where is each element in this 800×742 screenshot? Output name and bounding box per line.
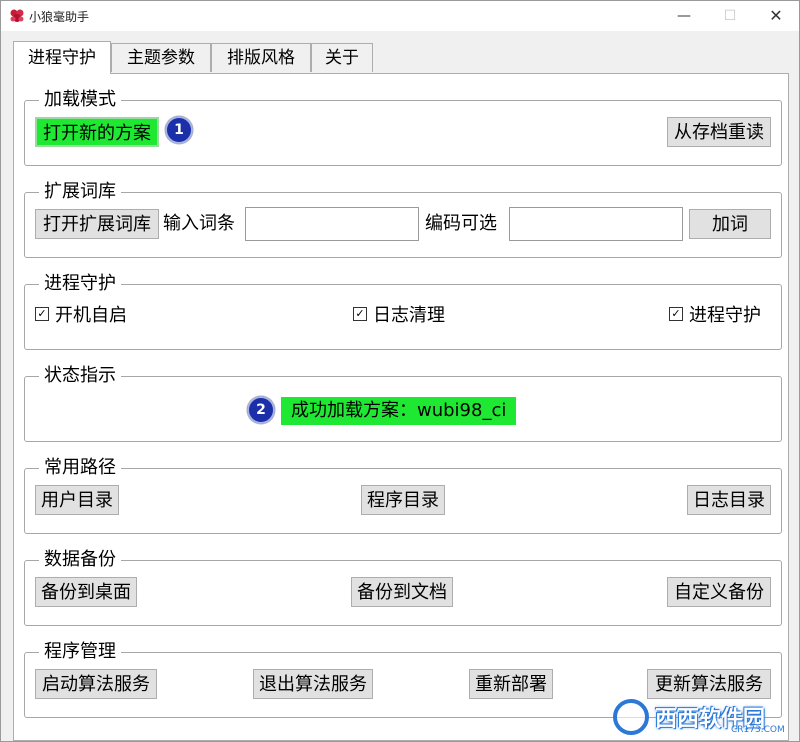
tab-layout-style[interactable]: 排版风格	[211, 43, 311, 72]
add-word-button[interactable]: 加词	[689, 209, 771, 239]
tab-about[interactable]: 关于	[311, 43, 373, 72]
watermark-logo-icon	[613, 699, 649, 735]
backup-to-documents-button[interactable]: 备份到文档	[351, 577, 453, 607]
word-entry-input[interactable]	[245, 207, 419, 241]
code-input[interactable]	[509, 207, 683, 241]
app-logo-icon	[10, 9, 24, 22]
group-paths: 常用路径 用户目录 程序目录 日志目录	[24, 456, 782, 534]
redeploy-button[interactable]: 重新部署	[469, 669, 553, 699]
app-window: 小狼毫助手 — ☐ ✕ 进程守护 主题参数 排版风格 关于 加载模式 打开新的方…	[0, 0, 800, 742]
group-title-backup: 数据备份	[39, 548, 121, 572]
step-1-badge: 1	[165, 116, 193, 144]
log-dir-button[interactable]: 日志目录	[687, 485, 771, 515]
code-optional-label: 编码可选	[425, 213, 497, 234]
checkbox-check-icon: ✓	[669, 307, 683, 321]
title-bar: 小狼毫助手 — ☐ ✕	[1, 1, 799, 31]
log-cleanup-label: 日志清理	[373, 305, 445, 326]
group-title-daemon: 进程守护	[39, 272, 121, 296]
minimize-button[interactable]: —	[661, 1, 707, 31]
input-entry-label: 输入词条	[163, 213, 235, 234]
group-load-mode: 加载模式 打开新的方案 1 从存档重读	[24, 88, 782, 166]
group-title-load-mode: 加载模式	[39, 88, 121, 112]
maximize-button[interactable]: ☐	[707, 1, 753, 31]
step-2-badge: 2	[247, 396, 275, 424]
checkbox-check-icon: ✓	[353, 307, 367, 321]
process-guard-checkbox[interactable]: ✓ 进程守护	[669, 301, 761, 331]
window-title: 小狼毫助手	[29, 10, 90, 24]
autostart-label: 开机自启	[55, 305, 127, 326]
group-backup: 数据备份 备份到桌面 备份到文档 自定义备份	[24, 548, 782, 626]
site-watermark: 西西软件园 CR173.COM	[611, 695, 791, 739]
open-new-scheme-button[interactable]: 打开新的方案	[35, 117, 159, 147]
status-message: 成功加载方案：wubi98_ci	[281, 397, 517, 425]
backup-to-desktop-button[interactable]: 备份到桌面	[35, 577, 137, 607]
group-ext-dict: 扩展词库 打开扩展词库 输入词条 编码可选 加词	[24, 180, 782, 258]
tab-process-guard[interactable]: 进程守护	[13, 41, 111, 74]
tab-theme-params[interactable]: 主题参数	[111, 43, 211, 72]
group-daemon: 进程守护 ✓ 开机自启 ✓ 日志清理 ✓ 进程守护	[24, 272, 782, 350]
watermark-sub: CR173.COM	[731, 725, 785, 735]
log-cleanup-checkbox[interactable]: ✓ 日志清理	[353, 301, 445, 331]
exit-service-button[interactable]: 退出算法服务	[253, 669, 373, 699]
group-title-program: 程序管理	[39, 640, 121, 664]
reload-from-archive-button[interactable]: 从存档重读	[667, 117, 771, 147]
start-service-button[interactable]: 启动算法服务	[35, 669, 157, 699]
group-title-ext-dict: 扩展词库	[39, 180, 121, 204]
program-dir-button[interactable]: 程序目录	[361, 485, 445, 515]
checkbox-check-icon: ✓	[35, 307, 49, 321]
close-button[interactable]: ✕	[753, 1, 799, 31]
process-guard-label: 进程守护	[689, 305, 761, 326]
open-ext-dict-button[interactable]: 打开扩展词库	[35, 209, 159, 239]
custom-backup-button[interactable]: 自定义备份	[667, 577, 771, 607]
autostart-checkbox[interactable]: ✓ 开机自启	[35, 301, 127, 331]
user-dir-button[interactable]: 用户目录	[35, 485, 119, 515]
group-title-status: 状态指示	[39, 364, 121, 388]
tab-panel: 加载模式 打开新的方案 1 从存档重读 扩展词库 打开扩展词库 输入词条 编码可…	[13, 73, 789, 741]
group-title-paths: 常用路径	[39, 456, 121, 480]
group-status: 状态指示 2 成功加载方案：wubi98_ci	[24, 364, 782, 442]
